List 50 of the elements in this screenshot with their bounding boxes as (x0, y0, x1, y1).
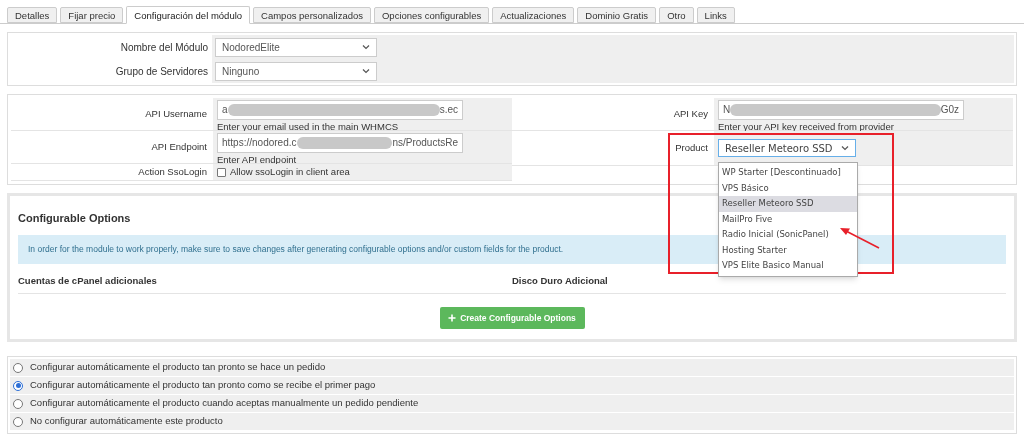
chevron-down-icon (841, 145, 849, 151)
radio-label: No configurar automáticamente este producto (30, 414, 223, 429)
tab[interactable]: Opciones configurables (374, 7, 490, 23)
text-field[interactable]: https://nodored.c ns/ProductsRe (217, 133, 463, 153)
tab[interactable]: Campos personalizados (253, 7, 371, 23)
field-label: API Username (144, 106, 208, 121)
radio-label: Configurar automáticamente el producto tan pronto como se recibe el primer pago (30, 378, 376, 393)
dropdown-option[interactable]: Radio Inicial (SonicPanel) (719, 227, 857, 243)
radio-label: Configurar automáticamente el producto cuando aceptas manualmente un pedido pendiente (30, 396, 419, 411)
text-field[interactable]: N G0z (718, 100, 964, 120)
checkbox-label: Allow ssoLogin in client area (230, 164, 350, 179)
tab[interactable]: Configuración del módulo (126, 6, 251, 24)
tab[interactable]: Fijar precio (60, 7, 124, 23)
dropdown-option[interactable]: VPS Básico (719, 180, 857, 196)
field-label: Nombre del Módulo (119, 40, 209, 55)
field-label: API Endpoint (150, 139, 208, 154)
radio-button[interactable] (13, 380, 23, 391)
dropdown-option[interactable]: Reseller Meteoro SSD (719, 196, 857, 212)
field-label: API Key (672, 106, 709, 121)
field-hint: Enter your API key received from provider (718, 121, 894, 133)
checkbox[interactable] (217, 167, 226, 177)
product-select[interactable]: Reseller Meteoro SSD (718, 139, 856, 157)
column-heading: Cuentas de cPanel adicionales (18, 274, 157, 286)
tab[interactable]: Actualizaciones (492, 7, 575, 23)
text-field[interactable]: a s.ec (217, 100, 463, 120)
dropdown-option[interactable]: Hosting Starter (719, 242, 857, 258)
radio-button[interactable] (13, 416, 23, 427)
tab[interactable]: Detalles (7, 7, 58, 23)
plus-icon (448, 314, 457, 322)
tab[interactable]: Dominio Gratis (577, 7, 657, 23)
panel-title: Configurable Options (18, 212, 131, 224)
radio-label: Configurar automáticamente el producto tan pronto se hace un pedido (30, 360, 326, 375)
chevron-down-icon (362, 68, 370, 74)
tab[interactable]: Otro (659, 7, 694, 23)
field-label: Grupo de Servidores (114, 64, 209, 79)
field-hint: Enter API endpoint (217, 154, 297, 166)
select-field[interactable]: Ninguno (215, 61, 377, 81)
dropdown-option[interactable]: MailPro Five (719, 211, 857, 227)
dropdown-option[interactable]: WP Starter [Descontinuado] (719, 165, 857, 181)
select-field[interactable]: NodoredElite (215, 37, 377, 57)
radio-button[interactable] (13, 362, 23, 373)
column-heading: Disco Duro Adicional (512, 274, 608, 286)
annotation-arrow (840, 227, 880, 249)
radio-button[interactable] (13, 398, 23, 409)
chevron-down-icon (362, 44, 370, 50)
field-label: Action SsoLogin (137, 164, 208, 179)
tab[interactable]: Links (696, 7, 735, 23)
field-hint: Enter your email used in the main WHMCS (217, 121, 399, 133)
field-label: Product (674, 140, 709, 155)
dropdown-option[interactable]: VPS Elite Basico Manual (719, 258, 857, 274)
